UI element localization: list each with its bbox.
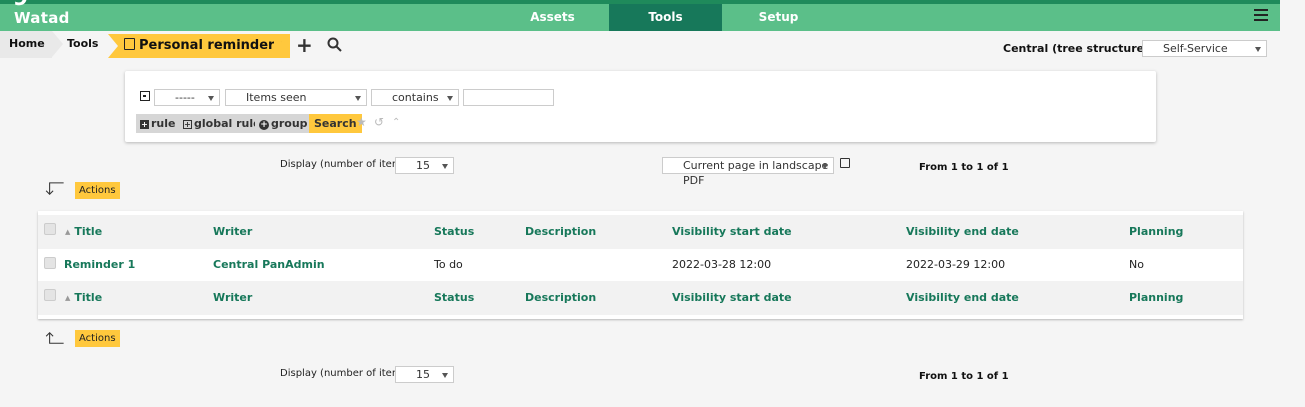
filter-attribute-value: Items seen [246,91,307,104]
add-rule-button[interactable]: + rule [136,114,180,133]
display-count-select-bottom[interactable]: 15 [395,366,454,383]
save-icon[interactable] [840,158,850,168]
display-count-label-bottom: Display (number of items) [280,368,411,379]
column-visibility-start[interactable]: Visibility start date [672,215,792,249]
actions-button-bottom[interactable]: Actions [75,330,120,347]
sort-icon: ▲ [65,228,71,236]
add-icon[interactable]: + [296,33,313,57]
chevron-down-icon [442,373,448,378]
row-status: To do [434,258,463,271]
filter-operator-value: contains [392,91,439,104]
collapse-up-icon[interactable]: ⌃ [392,117,400,128]
column-visibility-end[interactable]: Visibility end date [906,215,1019,249]
filter-field-select[interactable]: ----- [154,89,220,106]
page-title: Personal reminders [139,38,283,53]
star-icon[interactable]: ★ [356,115,367,129]
scope-label: Central (tree structure) [1003,42,1150,55]
add-group-label: group [271,117,308,130]
hamburger-menu-icon[interactable] [1254,9,1268,23]
footer-column-title[interactable]: ▲ Title [65,281,102,315]
range-text: From 1 to 1 of 1 [919,162,1009,173]
plus-circle-icon: + [259,120,269,130]
column-status[interactable]: Status [434,215,474,249]
chevron-down-icon [442,164,448,169]
actions-button-top[interactable]: Actions [75,182,120,199]
table-footer-row: ▲ Title Writer Status Description Visibil… [38,281,1243,315]
chevron-down-icon [447,96,453,101]
plus-square-icon: + [140,120,149,129]
table-row[interactable]: Reminder 1 Central PanAdmin To do 2022-0… [38,248,1243,282]
tab-tools[interactable]: Tools [609,4,722,31]
corner-down-arrow-icon [45,182,64,195]
note-icon [124,38,135,50]
display-count-label: Display (number of items) [280,159,411,170]
display-count-value: 15 [416,159,430,172]
breadcrumb-separator [52,31,63,57]
footer-column-status[interactable]: Status [434,281,474,315]
top-navigation-bar: 9 Watad Assets Tools Setup [0,0,1280,31]
column-title[interactable]: ▲ Title [65,215,102,249]
add-global-rule-label: global rule [194,117,261,130]
breadcrumb-tools[interactable]: Tools [67,31,108,58]
add-global-rule-button[interactable]: + global rule [179,114,265,133]
chevron-down-icon [355,96,361,101]
scope-select-value: Self-Service [1163,42,1228,55]
sort-icon: ▲ [65,294,71,302]
filter-panel: ----- Items seen contains + rule + global … [125,71,1156,142]
chevron-down-icon [1255,47,1261,52]
search-icon[interactable] [327,36,342,57]
corner-up-arrow-icon [45,332,64,344]
select-all-checkbox-footer[interactable] [44,289,56,301]
row-title-link[interactable]: Reminder 1 [64,248,135,282]
reminders-table: ▲ Title Writer Status Description Visibil… [38,211,1243,319]
select-all-checkbox[interactable] [44,223,56,235]
breadcrumb-home[interactable]: Home [0,31,52,58]
range-text-bottom: From 1 to 1 of 1 [919,371,1009,382]
column-writer[interactable]: Writer [213,215,252,249]
filter-value-input[interactable] [463,89,554,106]
scope-select[interactable]: Self-Service [1142,40,1267,57]
footer-column-planning[interactable]: Planning [1129,281,1183,315]
footer-column-visibility-end[interactable]: Visibility end date [906,281,1019,315]
tab-assets[interactable]: Assets [496,4,609,31]
filter-attribute-select[interactable]: Items seen [225,89,367,106]
breadcrumb-notch [108,34,118,58]
display-count-value-bottom: 15 [416,368,430,381]
chevron-down-icon [208,96,214,101]
row-checkbox[interactable] [44,257,56,269]
chevron-down-icon [822,164,828,169]
row-planning: No [1129,258,1144,271]
export-select[interactable]: Current page in landscape PDF [662,157,834,187]
add-group-button[interactable]: + group [255,114,312,133]
row-visibility-start: 2022-03-28 12:00 [672,258,772,271]
row-visibility-end: 2022-03-29 12:00 [906,258,1006,271]
footer-column-writer[interactable]: Writer [213,281,252,315]
footer-column-visibility-start[interactable]: Visibility start date [672,281,792,315]
app-name: Watad [14,9,70,27]
column-title-label: Title [74,225,103,238]
column-description[interactable]: Description [525,215,596,249]
tab-setup[interactable]: Setup [722,4,835,31]
footer-column-title-label: Title [74,291,103,304]
column-planning[interactable]: Planning [1129,215,1183,249]
undo-icon[interactable]: ↺ [374,115,384,129]
footer-column-description[interactable]: Description [525,281,596,315]
table-header-row: ▲ Title Writer Status Description Visibil… [38,215,1243,249]
display-count-select[interactable]: 15 [395,157,454,174]
plus-square-outline-icon: + [183,120,192,129]
breadcrumb-current: Personal reminders [108,34,291,58]
search-button[interactable]: Search [309,114,362,133]
breadcrumb-current-arrow [274,34,285,58]
add-rule-label: rule [151,117,176,130]
filter-field-value: ----- [175,91,195,104]
export-select-value: Current page in landscape PDF [683,159,829,187]
filter-operator-select[interactable]: contains [371,89,459,106]
collapse-icon[interactable] [140,91,150,101]
row-writer-link[interactable]: Central PanAdmin [213,248,325,282]
